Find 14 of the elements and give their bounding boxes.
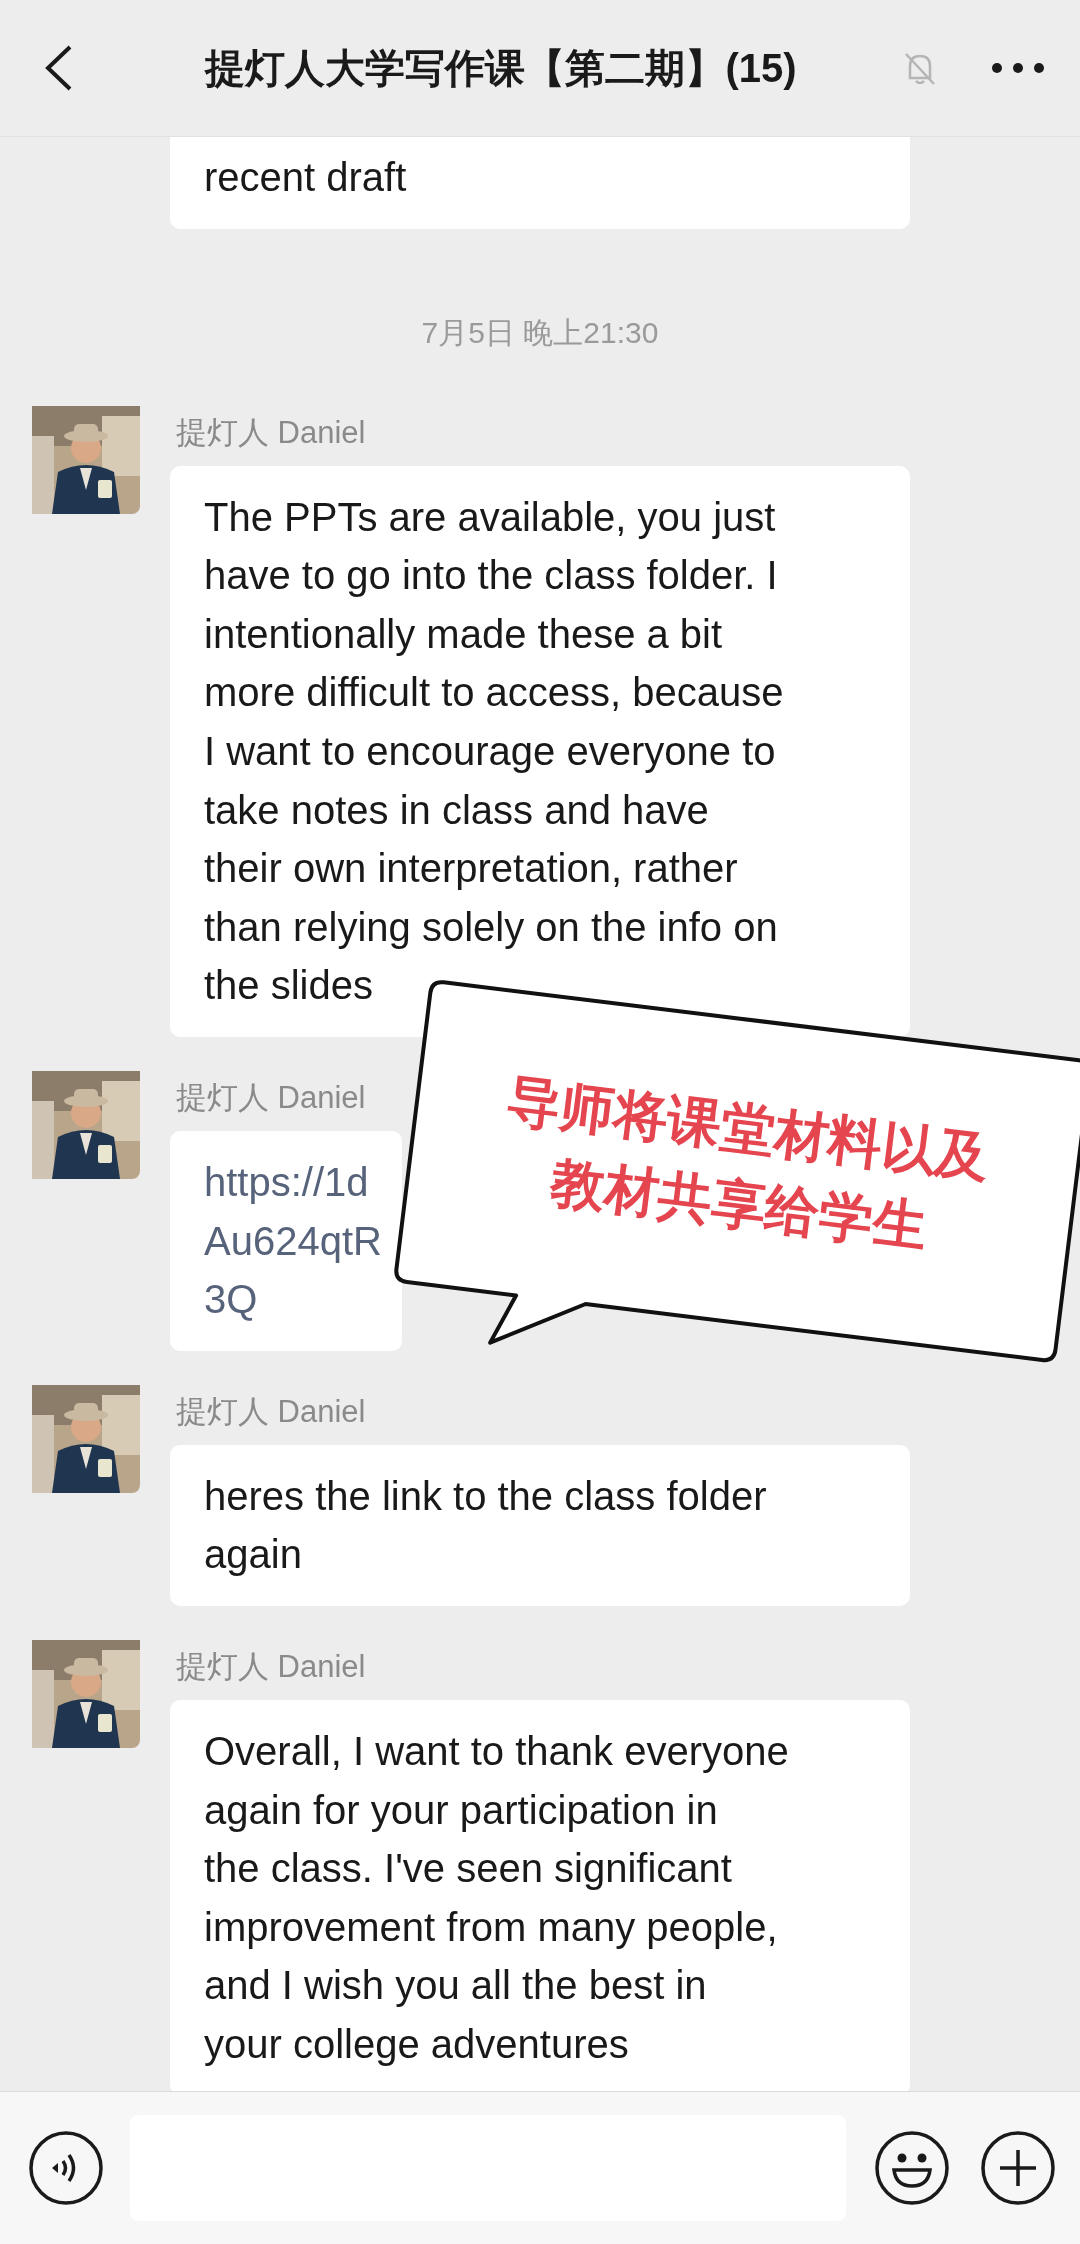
sender-name: 提灯人 Daniel xyxy=(176,1647,367,1686)
message-bubble: The PPTs are available, you just have to go into the class folder. I intentionally made these a bit more difficult to access, because I want to encourage everyone to take notes in class and have their own interpretation, rather than relying solely on the info on the slides xyxy=(170,465,910,1037)
sender-name: 提灯人 Daniel xyxy=(176,1392,367,1431)
more-icon[interactable] xyxy=(990,61,1046,75)
sender-name: 提灯人 Daniel xyxy=(176,1078,367,1117)
timestamp: 7月5日 晚上21:30 xyxy=(421,314,659,351)
emoji-icon[interactable] xyxy=(874,2130,950,2206)
message-bubble: heres the link to the class folder again xyxy=(170,1444,910,1606)
link-message[interactable]: https://1d Au624qtR 3Q xyxy=(170,1130,402,1351)
annotation-text: 导师将课堂材料以及 教材共享给学生 xyxy=(502,1068,994,1259)
voice-icon[interactable] xyxy=(28,2130,104,2206)
chat-title: 提灯人大学写作课【第二期】(15) xyxy=(203,44,798,92)
plus-icon[interactable] xyxy=(980,2130,1056,2206)
sender-name: 提灯人 Daniel xyxy=(176,413,367,452)
